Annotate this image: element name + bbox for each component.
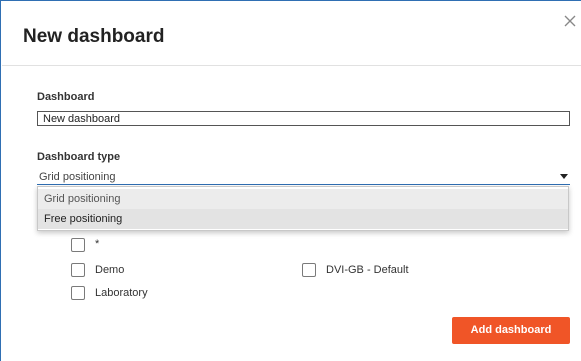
dialog-header: New dashboard bbox=[2, 2, 581, 66]
checkbox-dvi-gb-default[interactable] bbox=[302, 263, 316, 277]
dropdown-option-free-positioning[interactable]: Free positioning bbox=[38, 209, 568, 229]
dashboard-type-dropdown: Grid positioning Free positioning bbox=[37, 186, 569, 231]
dashboard-type-select[interactable]: Grid positioning bbox=[37, 169, 570, 185]
add-dashboard-button[interactable]: Add dashboard bbox=[452, 317, 570, 344]
dashboard-type-label: Dashboard type bbox=[37, 151, 121, 163]
dashboard-name-input[interactable] bbox=[37, 111, 570, 126]
checkbox-label-demo: Demo bbox=[95, 264, 125, 276]
close-button[interactable] bbox=[564, 11, 580, 31]
dashboard-name-label: Dashboard bbox=[37, 91, 95, 103]
checkbox-label-all: * bbox=[95, 238, 100, 250]
checkbox-label-dvi-gb-default: DVI-GB - Default bbox=[326, 264, 409, 276]
dropdown-option-grid-positioning[interactable]: Grid positioning bbox=[38, 189, 568, 209]
close-icon bbox=[564, 15, 576, 27]
caret-down-icon bbox=[560, 174, 568, 179]
checkbox-demo[interactable] bbox=[71, 263, 85, 277]
checkbox-laboratory[interactable] bbox=[71, 286, 85, 300]
checkbox-all[interactable] bbox=[71, 238, 85, 252]
dashboard-type-selected-value: Grid positioning bbox=[39, 171, 116, 183]
dialog-title: New dashboard bbox=[23, 26, 165, 47]
new-dashboard-dialog: New dashboard Dashboard Dashboard type G… bbox=[0, 0, 581, 361]
checkbox-label-laboratory: Laboratory bbox=[95, 287, 148, 299]
